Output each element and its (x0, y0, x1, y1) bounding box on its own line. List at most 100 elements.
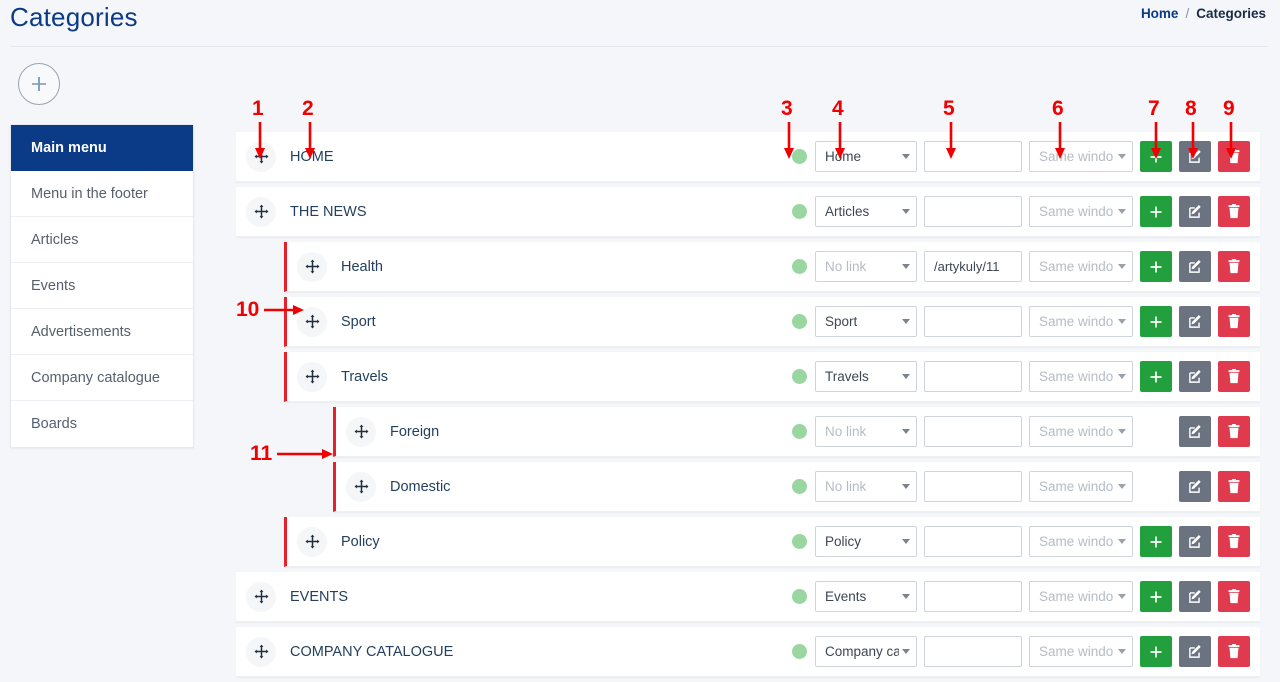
custom-url-input[interactable]: /artykuly/11 (924, 251, 1022, 282)
window-target-select[interactable]: Same windo (1029, 251, 1133, 282)
window-target-select[interactable]: Same windo (1029, 416, 1133, 447)
table-row: Sport Sport Same windo (236, 297, 1260, 347)
link-target-select[interactable]: Events (815, 581, 917, 612)
link-target-select[interactable]: Home (815, 141, 917, 172)
edit-category-button[interactable] (1179, 416, 1211, 447)
delete-category-button[interactable] (1218, 196, 1250, 227)
add-subcategory-button[interactable] (1140, 636, 1172, 667)
annotation-number: 7 (1148, 97, 1160, 120)
window-target-select[interactable]: Same windo (1029, 141, 1133, 172)
drag-handle[interactable] (246, 581, 276, 612)
delete-category-button[interactable] (1218, 361, 1250, 392)
status-badge[interactable] (792, 259, 807, 274)
drag-handle[interactable] (297, 361, 327, 392)
drag-handle[interactable] (346, 471, 376, 502)
plus-icon (1150, 371, 1162, 382)
drag-handle[interactable] (297, 306, 327, 337)
edit-category-button[interactable] (1179, 141, 1211, 172)
edit-category-button[interactable] (1179, 636, 1211, 667)
status-badge[interactable] (792, 589, 807, 604)
link-target-select[interactable]: Company ca (815, 636, 917, 667)
custom-url-input[interactable] (924, 361, 1022, 392)
edit-category-button[interactable] (1179, 196, 1211, 227)
sidebar-item-company-catalogue[interactable]: Company catalogue (11, 355, 193, 401)
sidebar-item-boards[interactable]: Boards (11, 401, 193, 447)
drag-handle[interactable] (246, 636, 276, 667)
drag-handle[interactable] (297, 526, 327, 557)
custom-url-input[interactable] (924, 196, 1022, 227)
window-target-select[interactable]: Same windo (1029, 471, 1133, 502)
window-target-select[interactable]: Same windo (1029, 636, 1133, 667)
category-row: Sport Sport Same windo (284, 297, 1260, 347)
window-target-select[interactable]: Same windo (1029, 581, 1133, 612)
drag-handle[interactable] (246, 196, 276, 227)
link-target-select[interactable]: No link (815, 251, 917, 282)
sidebar-item-events[interactable]: Events (11, 263, 193, 309)
window-target-select-value: Same windo (1039, 479, 1114, 494)
add-subcategory-button[interactable] (1140, 526, 1172, 557)
status-badge[interactable] (792, 644, 807, 659)
custom-url-input[interactable] (924, 636, 1022, 667)
window-target-select[interactable]: Same windo (1029, 526, 1133, 557)
custom-url-input[interactable] (924, 526, 1022, 557)
custom-url-input[interactable] (924, 581, 1022, 612)
add-subcategory-button[interactable] (1140, 141, 1172, 172)
delete-category-button[interactable] (1218, 581, 1250, 612)
link-target-select[interactable]: No link (815, 416, 917, 447)
delete-category-button[interactable] (1218, 636, 1250, 667)
status-badge[interactable] (792, 534, 807, 549)
sidebar-item-menu-in-the-footer[interactable]: Menu in the footer (11, 171, 193, 217)
link-target-select[interactable]: Sport (815, 306, 917, 337)
delete-category-button[interactable] (1218, 471, 1250, 502)
status-badge[interactable] (792, 369, 807, 384)
window-target-select[interactable]: Same windo (1029, 196, 1133, 227)
sidebar-item-advertisements[interactable]: Advertisements (11, 309, 193, 355)
status-badge[interactable] (792, 424, 807, 439)
category-name-label: EVENTS (290, 588, 349, 605)
window-target-select[interactable]: Same windo (1029, 306, 1133, 337)
edit-category-button[interactable] (1179, 526, 1211, 557)
link-target-select[interactable]: Articles (815, 196, 917, 227)
add-subcategory-button[interactable] (1140, 306, 1172, 337)
status-badge[interactable] (792, 204, 807, 219)
add-category-button[interactable] (18, 63, 60, 105)
status-badge[interactable] (792, 149, 807, 164)
add-subcategory-button[interactable] (1140, 251, 1172, 282)
delete-category-button[interactable] (1218, 141, 1250, 172)
delete-category-button[interactable] (1218, 306, 1250, 337)
category-row: HOME Home Same windo (236, 132, 1260, 182)
custom-url-input[interactable] (924, 471, 1022, 502)
drag-handle[interactable] (297, 251, 327, 282)
custom-url-input[interactable] (924, 416, 1022, 447)
drag-handle[interactable] (346, 416, 376, 447)
chevron-down-icon (1118, 374, 1126, 379)
category-name-label: COMPANY CATALOGUE (290, 643, 454, 660)
status-badge[interactable] (792, 479, 807, 494)
delete-category-button[interactable] (1218, 526, 1250, 557)
annotation-number: 4 (832, 97, 844, 120)
edit-category-button[interactable] (1179, 581, 1211, 612)
chevron-down-icon (902, 154, 910, 159)
edit-category-button[interactable] (1179, 251, 1211, 282)
edit-category-button[interactable] (1179, 306, 1211, 337)
edit-category-button[interactable] (1179, 361, 1211, 392)
add-subcategory-button[interactable] (1140, 361, 1172, 392)
delete-category-button[interactable] (1218, 416, 1250, 447)
add-subcategory-button[interactable] (1140, 196, 1172, 227)
window-target-select-value: Same windo (1039, 369, 1114, 384)
edit-category-button[interactable] (1179, 471, 1211, 502)
breadcrumb-home[interactable]: Home (1141, 6, 1179, 21)
add-subcategory-button[interactable] (1140, 581, 1172, 612)
delete-category-button[interactable] (1218, 251, 1250, 282)
custom-url-input[interactable] (924, 306, 1022, 337)
sidebar-item-articles[interactable]: Articles (11, 217, 193, 263)
window-target-select[interactable]: Same windo (1029, 361, 1133, 392)
link-target-select[interactable]: Travels (815, 361, 917, 392)
category-rows-list: HOME Home Same windo THE NEWS Articles Same w… (236, 132, 1260, 682)
custom-url-input[interactable] (924, 141, 1022, 172)
link-target-select[interactable]: Policy (815, 526, 917, 557)
link-target-select[interactable]: No link (815, 471, 917, 502)
sidebar-item-main-menu[interactable]: Main menu (11, 125, 193, 171)
status-badge[interactable] (792, 314, 807, 329)
drag-handle[interactable] (246, 141, 276, 172)
